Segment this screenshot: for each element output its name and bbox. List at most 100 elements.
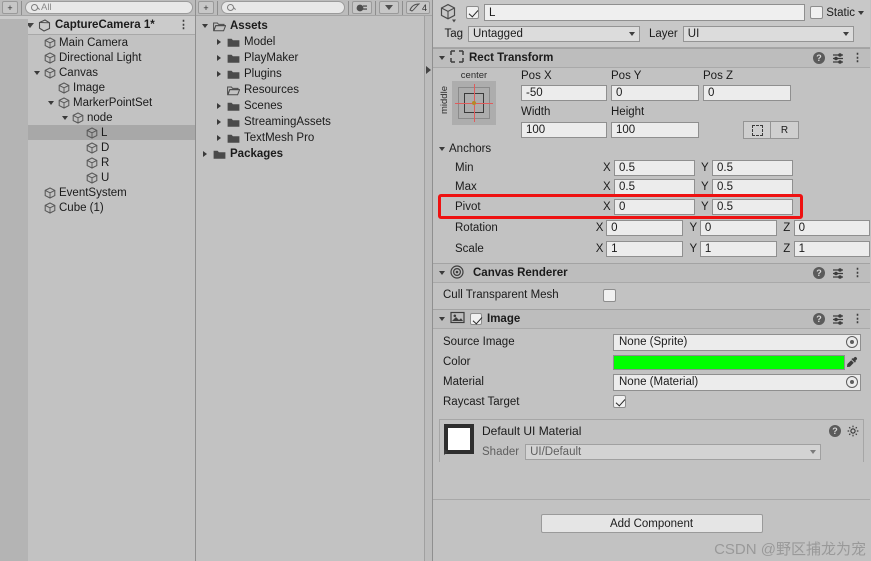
project-item-plugins[interactable]: Plugins [196,66,432,82]
material-foldout-icon[interactable] [444,449,448,455]
object-enabled-checkbox[interactable] [466,6,479,19]
pos-y-field[interactable]: 0 [611,85,699,101]
chevron-right-icon[interactable] [214,119,223,125]
chevron-down-icon[interactable] [60,115,69,120]
shader-dropdown[interactable]: UI/Default [525,444,821,460]
pivot-x-field[interactable]: 0 [614,198,695,215]
rect-transform-header[interactable]: Rect Transform ? ⋮ [433,48,870,68]
object-name-field[interactable]: L [484,4,806,21]
anchors-foldout[interactable]: Anchors [433,139,870,158]
chevron-right-icon[interactable] [214,39,223,45]
create-menu-button[interactable]: + [2,1,18,14]
pos-z-field[interactable]: 0 [703,85,791,101]
raw-edit-mode-button[interactable]: R [771,121,799,139]
image-enabled-checkbox[interactable] [470,313,482,325]
hierarchy-search-input[interactable]: All [25,1,193,14]
gear-icon[interactable] [847,425,859,437]
hierarchy-item-eventsystem[interactable]: EventSystem [0,185,195,200]
project-create-button[interactable]: + [198,1,214,14]
chevron-down-icon[interactable] [46,100,55,105]
blueprint-mode-button[interactable] [743,121,771,139]
hierarchy-item-cube-1[interactable]: Cube (1) [0,200,195,215]
chevron-right-icon[interactable] [214,55,223,61]
chevron-down-icon[interactable] [439,271,445,275]
kebab-menu-icon[interactable]: ⋮ [852,313,863,324]
canvas-renderer-header[interactable]: Canvas Renderer ? ⋮ [433,263,870,283]
chevron-down-icon[interactable] [439,317,445,321]
static-dropdown-icon[interactable] [858,10,864,15]
source-image-field[interactable]: None (Sprite) [613,333,861,351]
chevron-right-icon[interactable] [200,151,209,157]
project-item-scenes[interactable]: Scenes [196,98,432,114]
object-picker-icon[interactable] [846,376,858,388]
search-filter-type-icon[interactable] [352,1,372,14]
image-component-header[interactable]: Image ? ⋮ [433,309,870,329]
hierarchy-item-directional-light[interactable]: Directional Light [0,50,195,65]
hierarchy-item-markerpointset[interactable]: MarkerPointSet [0,95,195,110]
rotation-y-field[interactable]: 0 [699,219,778,236]
scene-header-row[interactable]: CaptureCamera 1* ⋮ [0,16,195,35]
pos-x-field[interactable]: -50 [521,85,607,101]
preset-icon[interactable] [832,313,845,325]
project-panel-expand-icon[interactable] [426,66,431,74]
cull-transparent-mesh-checkbox[interactable] [603,288,616,302]
project-item-textmesh-pro[interactable]: TextMesh Pro [196,130,432,146]
chevron-down-icon[interactable] [200,24,209,28]
help-icon[interactable]: ? [813,267,825,279]
hierarchy-item-main-camera[interactable]: Main Camera [0,35,195,50]
hierarchy-item-node[interactable]: node [0,110,195,125]
project-search-input[interactable] [221,1,345,14]
scale-x-field[interactable]: 1 [606,240,684,257]
project-splitter[interactable] [424,16,432,561]
kebab-menu-icon[interactable]: ⋮ [852,52,863,63]
add-component-button[interactable]: Add Component [540,514,763,533]
project-item-playmaker[interactable]: PlayMaker [196,50,432,66]
hierarchy-item-r[interactable]: R [0,155,195,170]
scale-z-field[interactable]: 1 [793,240,870,257]
tag-dropdown[interactable]: Untagged [468,25,640,42]
kebab-menu-icon[interactable]: ⋮ [178,19,189,30]
anchor-min-y-field[interactable]: 0.5 [712,159,793,176]
hierarchy-item-d[interactable]: D [0,140,195,155]
chevron-right-icon[interactable] [214,135,223,141]
hierarchy-item-l[interactable]: L [0,125,195,140]
chevron-down-icon[interactable] [439,146,445,151]
anchor-max-x-field[interactable]: 0.5 [614,178,695,195]
project-item-resources[interactable]: Resources [196,82,432,98]
project-item-streamingassets[interactable]: StreamingAssets [196,114,432,130]
project-item-packages[interactable]: Packages [196,146,432,162]
scale-y-field[interactable]: 1 [699,240,778,257]
favorites-badge[interactable]: 4 [406,1,430,14]
rotation-z-field[interactable]: 0 [793,219,870,236]
chevron-right-icon[interactable] [214,71,223,77]
anchor-preset-button[interactable] [452,81,496,125]
layer-dropdown[interactable]: UI [682,25,854,42]
eyedropper-icon[interactable] [845,355,859,370]
pivot-y-field[interactable]: 0.5 [712,198,793,215]
search-filter-label-icon[interactable] [379,1,399,14]
chevron-right-icon[interactable] [214,103,223,109]
width-field[interactable]: 100 [521,122,607,138]
static-checkbox[interactable] [810,6,824,19]
rotation-x-field[interactable]: 0 [606,219,684,236]
object-picker-icon[interactable] [846,336,858,348]
help-icon[interactable]: ? [813,313,825,325]
help-icon[interactable]: ? [813,52,825,64]
material-field[interactable]: None (Material) [613,373,861,391]
color-swatch[interactable] [613,354,845,370]
hierarchy-item-u[interactable]: U [0,170,195,185]
project-item-assets[interactable]: Assets [196,18,432,34]
preset-icon[interactable] [832,52,845,64]
kebab-menu-icon[interactable]: ⋮ [852,267,863,278]
height-field[interactable]: 100 [611,122,699,138]
help-icon[interactable]: ? [829,425,841,437]
raycast-target-checkbox[interactable] [613,395,626,408]
chevron-down-icon[interactable] [439,56,445,60]
hierarchy-item-image[interactable]: Image [0,80,195,95]
preset-icon[interactable] [832,267,845,279]
chevron-down-icon[interactable] [32,70,41,75]
anchor-max-y-field[interactable]: 0.5 [712,178,793,195]
hierarchy-item-canvas[interactable]: Canvas [0,65,195,80]
anchor-min-x-field[interactable]: 0.5 [614,159,695,176]
project-item-model[interactable]: Model [196,34,432,50]
